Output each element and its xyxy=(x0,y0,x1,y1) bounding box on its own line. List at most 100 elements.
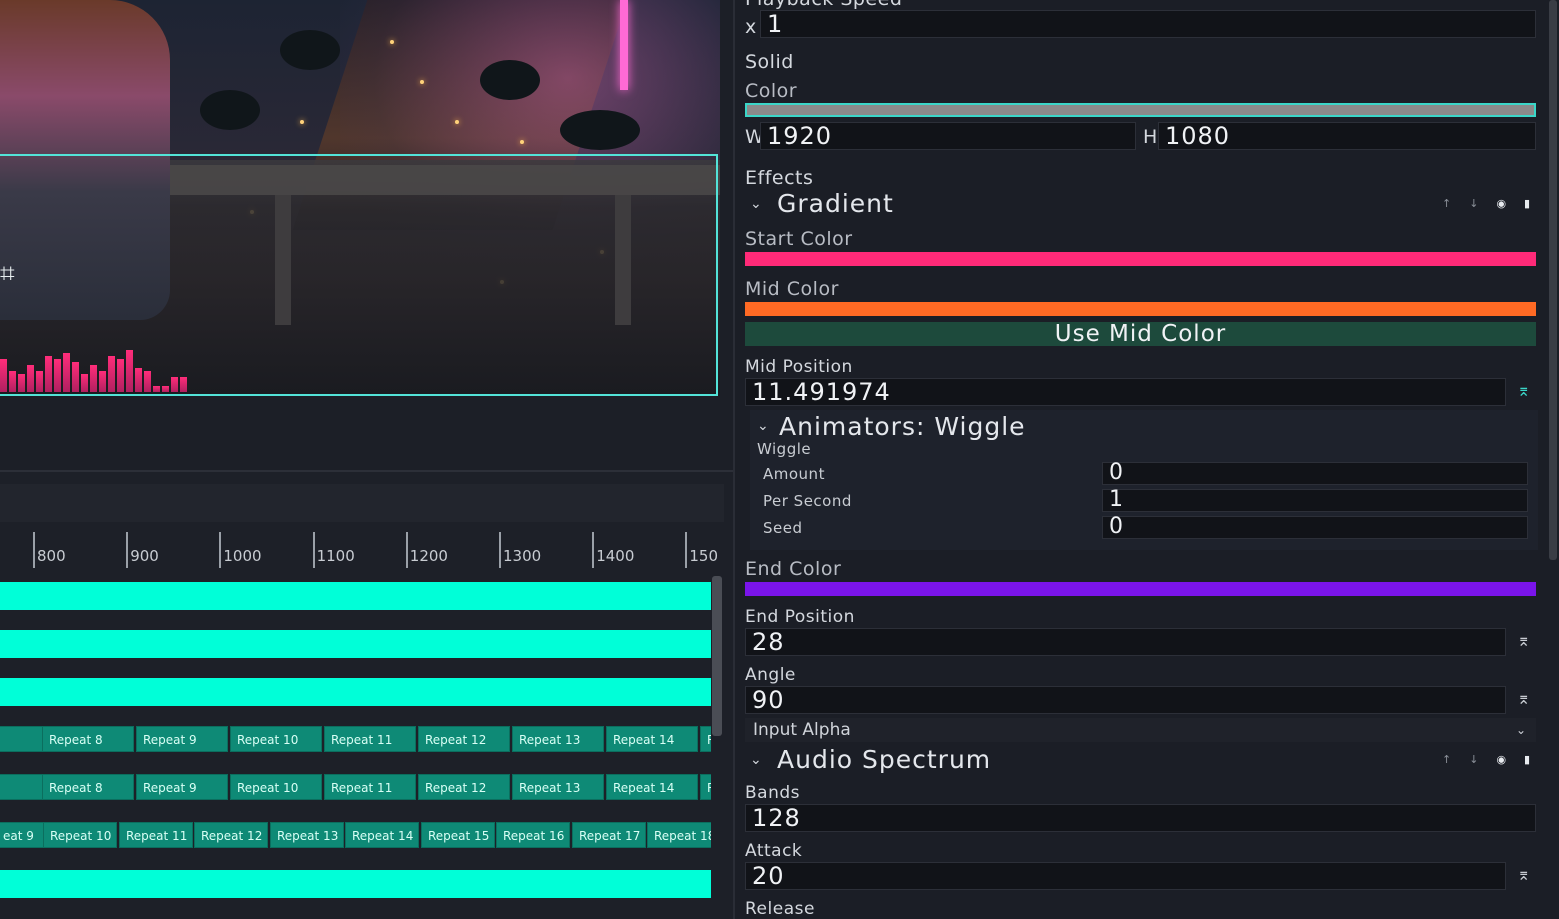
chevron-down-icon: ⌄ xyxy=(1515,723,1526,737)
timeline-ruler[interactable]: 800 900 1000 1100 1200 1300 1400 150 xyxy=(0,532,718,568)
clip[interactable]: Repeat 14 xyxy=(345,822,419,848)
clip[interactable]: Repeat 18 xyxy=(647,822,711,848)
color-label: Color xyxy=(745,80,798,102)
start-color-label: Start Color xyxy=(745,228,853,250)
clip[interactable]: Repeat 12 xyxy=(194,822,268,848)
ruler-tick: 1000 xyxy=(219,532,262,568)
ruler-tick: 1400 xyxy=(592,532,634,568)
bands-input[interactable]: 128 xyxy=(745,804,1536,832)
clip[interactable]: Repeat 15 xyxy=(421,822,495,848)
angle-label: Angle xyxy=(745,665,796,685)
animate-icon[interactable]: ⌆ xyxy=(1517,865,1530,884)
attack-input[interactable]: 20 xyxy=(745,862,1506,890)
chevron-down-icon[interactable]: ⌄ xyxy=(750,752,762,768)
effects-label: Effects xyxy=(745,167,814,189)
mid-position-label: Mid Position xyxy=(745,357,853,377)
clip[interactable]: R xyxy=(700,774,711,800)
input-alpha-label: Input Alpha xyxy=(753,720,851,740)
clip[interactable]: Repeat 10 xyxy=(230,774,322,800)
clip[interactable]: Repeat 13 xyxy=(512,726,604,752)
audio-spectrum-title: Audio Spectrum xyxy=(777,745,992,774)
release-label: Release xyxy=(745,899,815,919)
end-color-swatch[interactable] xyxy=(745,582,1536,596)
wiggle-label: Wiggle xyxy=(757,440,812,458)
clip[interactable]: Repeat 14 xyxy=(606,774,698,800)
clip[interactable]: Repeat 17 xyxy=(572,822,646,848)
mid-position-input[interactable]: 11.491974 xyxy=(745,378,1506,406)
end-position-label: End Position xyxy=(745,607,855,627)
clip[interactable]: Repeat 13 xyxy=(270,822,344,848)
trash-icon[interactable]: ▮ xyxy=(1524,753,1530,766)
clip[interactable]: Repeat 16 xyxy=(496,822,570,848)
use-mid-color-button[interactable]: Use Mid Color xyxy=(745,322,1536,346)
angle-input[interactable]: 90 xyxy=(745,686,1506,714)
timeline-scrollbar[interactable] xyxy=(712,576,722,736)
left-pane: ⌗ 80090010001100120013001400150 7Repeat … xyxy=(0,0,733,919)
mid-color-swatch[interactable] xyxy=(745,302,1536,316)
panel-scrollbar[interactable] xyxy=(1549,0,1557,560)
animate-icon[interactable]: ⌆ xyxy=(1517,631,1530,650)
height-label: H xyxy=(1143,126,1158,148)
track-bar[interactable] xyxy=(0,870,711,898)
speed-prefix: x xyxy=(745,16,757,38)
per-second-label: Per Second xyxy=(763,492,852,510)
ruler-tick: 800 xyxy=(33,532,66,568)
clip[interactable]: Repeat 10 xyxy=(43,822,117,848)
clip[interactable]: Repeat 8 xyxy=(42,774,134,800)
animate-icon[interactable]: ⌆ xyxy=(1517,381,1530,400)
seed-label: Seed xyxy=(763,519,803,537)
clip[interactable]: Repeat 8 xyxy=(42,726,134,752)
crosshair-icon[interactable]: ⌗ xyxy=(0,261,24,287)
height-input[interactable]: 1080 xyxy=(1158,122,1536,150)
clip[interactable]: Repeat 10 xyxy=(230,726,322,752)
end-position-input[interactable]: 28 xyxy=(745,628,1506,656)
clip[interactable]: R xyxy=(700,726,711,752)
clip-row: eat 9 Repeat 10 Repeat 11 Repeat 12 Repeat 1… xyxy=(0,822,711,848)
audio-spectrum-controls: ↑ ↓ ◉ ▮ xyxy=(1442,753,1530,766)
solid-color-swatch[interactable] xyxy=(745,103,1536,117)
arrow-down-icon[interactable]: ↓ xyxy=(1469,197,1478,210)
amount-input[interactable]: 0 xyxy=(1102,462,1528,485)
eye-icon[interactable]: ◉ xyxy=(1496,197,1506,210)
selection-box[interactable] xyxy=(0,154,718,396)
gradient-controls: ↑ ↓ ◉ ▮ xyxy=(1442,197,1530,210)
end-color-label: End Color xyxy=(745,558,842,580)
start-color-swatch[interactable] xyxy=(745,252,1536,266)
playback-speed-label: Playback Speed xyxy=(745,0,902,10)
chevron-down-icon[interactable]: ⌄ xyxy=(757,418,769,434)
chevron-down-icon[interactable]: ⌄ xyxy=(750,196,762,212)
solid-label: Solid xyxy=(745,51,794,73)
track-bar[interactable] xyxy=(0,678,711,706)
clip[interactable]: Repeat 9 xyxy=(136,774,228,800)
track-bar[interactable] xyxy=(0,630,711,658)
clip[interactable]: Repeat 12 xyxy=(418,726,510,752)
arrow-up-icon[interactable]: ↑ xyxy=(1442,753,1451,766)
clip[interactable]: Repeat 14 xyxy=(606,726,698,752)
playback-speed-input[interactable]: 1 xyxy=(760,10,1536,38)
clip[interactable]: Repeat 11 xyxy=(119,822,193,848)
input-alpha-dropdown[interactable]: Input Alpha ⌄ xyxy=(745,718,1536,742)
track-bar[interactable] xyxy=(0,582,711,610)
trash-icon[interactable]: ▮ xyxy=(1524,197,1530,210)
neon-sign xyxy=(620,0,628,90)
animate-icon[interactable]: ⌆ xyxy=(1517,689,1530,708)
ruler-tick: 1200 xyxy=(405,532,448,568)
video-preview[interactable]: ⌗ xyxy=(0,0,720,396)
eye-icon[interactable]: ◉ xyxy=(1496,753,1506,766)
clip[interactable]: Repeat 9 xyxy=(136,726,228,752)
clip[interactable]: Repeat 12 xyxy=(418,774,510,800)
clip[interactable]: Repeat 11 xyxy=(324,726,416,752)
per-second-input[interactable]: 1 xyxy=(1102,489,1528,512)
amount-label: Amount xyxy=(763,465,825,483)
gradient-title: Gradient xyxy=(777,189,894,218)
mid-color-label: Mid Color xyxy=(745,278,839,300)
ruler-tick: 1300 xyxy=(499,532,541,568)
ruler-tick: 150 xyxy=(685,532,718,568)
animators-title: Animators: Wiggle xyxy=(779,412,1026,441)
arrow-down-icon[interactable]: ↓ xyxy=(1469,753,1478,766)
clip[interactable]: Repeat 13 xyxy=(512,774,604,800)
arrow-up-icon[interactable]: ↑ xyxy=(1442,197,1451,210)
seed-input[interactable]: 0 xyxy=(1102,516,1528,539)
clip[interactable]: Repeat 11 xyxy=(324,774,416,800)
width-input[interactable]: 1920 xyxy=(760,122,1136,150)
